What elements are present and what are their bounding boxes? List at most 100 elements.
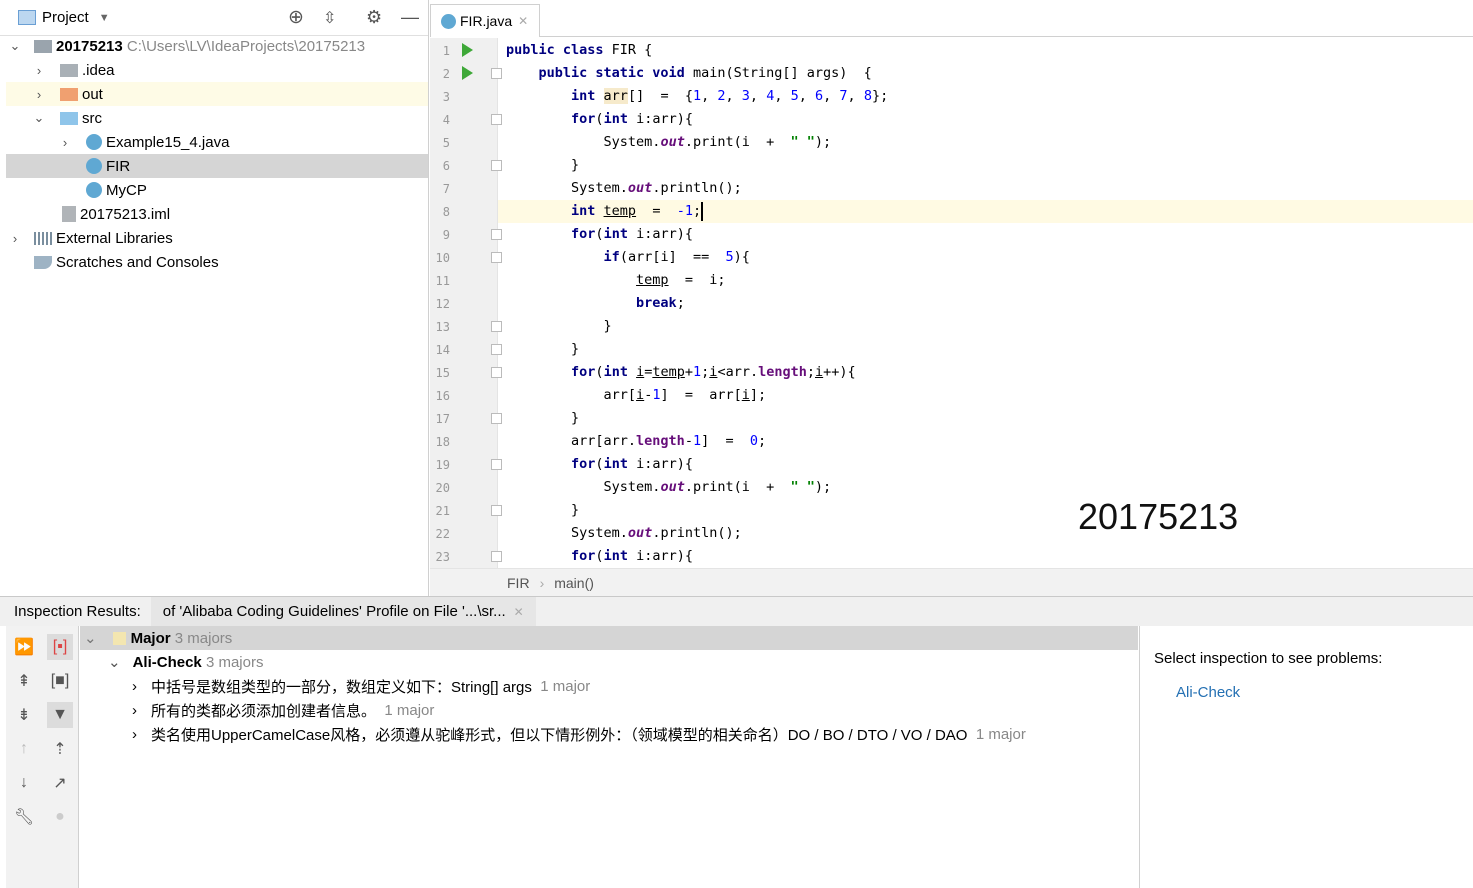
tree-item-mycp[interactable]: MyCP — [6, 178, 428, 202]
code-line[interactable]: arr[arr.length-1] = 0; — [506, 430, 766, 453]
tree-item-ali-check[interactable]: ⌄ Ali-Check 3 majors — [108, 650, 263, 674]
code-line[interactable]: System.out.println(); — [506, 177, 742, 200]
close-icon[interactable]: ✕ — [518, 14, 528, 28]
arrow-down-icon[interactable]: ↓ — [11, 770, 37, 796]
code-line[interactable]: System.out.println(); — [506, 522, 742, 545]
breadcrumb-class[interactable]: FIR — [507, 575, 530, 591]
code-token: out — [660, 479, 685, 495]
code-line[interactable]: for(int i:arr){ — [506, 223, 693, 246]
chevron-down-icon[interactable]: ⌄ — [84, 629, 97, 647]
export-icon[interactable]: ⇡ — [47, 736, 73, 762]
inspection-tab-label: of 'Alibaba Coding Guidelines' Profile o… — [162, 603, 506, 620]
code-line[interactable]: for(int i=temp+1;i<arr.length;i++){ — [506, 361, 856, 384]
code-token: arr — [603, 88, 628, 104]
code-line[interactable]: for(int i:arr){ — [506, 453, 693, 476]
code-line[interactable]: } — [506, 154, 579, 177]
collapse-all-icon[interactable]: ⇟ — [11, 702, 37, 728]
filter-icon[interactable]: ▼ — [47, 702, 73, 728]
rerun-icon[interactable]: ⏩ — [11, 634, 37, 660]
chevron-down-icon[interactable]: ⌄ — [32, 110, 46, 126]
code-token: public static void — [538, 65, 693, 81]
code-line[interactable]: System.out.print(i + " "); — [506, 131, 832, 154]
locate-icon[interactable]: ⊕ — [288, 6, 304, 29]
code-line[interactable]: System.out.print(i + " "); — [506, 476, 832, 499]
code-line[interactable]: if(arr[i] == 5){ — [506, 246, 750, 269]
tree-item-out[interactable]: › out — [6, 82, 428, 106]
tree-label: Scratches and Consoles — [56, 253, 219, 271]
code-token: ]; — [749, 387, 767, 403]
arrow-up-icon[interactable]: ↑ — [11, 736, 37, 762]
chevron-right-icon[interactable]: › — [132, 678, 137, 695]
lightbulb-icon[interactable]: ● — [47, 804, 73, 830]
code-line[interactable]: } — [506, 407, 579, 430]
chevron-down-icon[interactable]: ⌄ — [8, 38, 22, 54]
tree-item-external-libraries[interactable]: › External Libraries — [6, 226, 428, 250]
tree-item-major[interactable]: ⌄ Major 3 majors — [80, 626, 1138, 650]
run-icon[interactable] — [462, 43, 473, 57]
chevron-down-icon[interactable]: ▼ — [99, 12, 110, 24]
ali-check-link[interactable]: Ali-Check — [1176, 684, 1240, 701]
chevron-right-icon[interactable]: › — [8, 231, 22, 246]
code-token: .println(); — [652, 525, 742, 541]
line-number: 11 — [435, 274, 450, 288]
problem-item[interactable]: › 类名使用UpperCamelCase风格，必须遵从驼峰形式，但以下情形例外：（… — [132, 722, 1026, 746]
code-line[interactable]: for(int i:arr){ — [506, 545, 693, 568]
group-by-directory-icon[interactable]: [■] — [47, 668, 73, 694]
code-line[interactable]: break; — [506, 292, 685, 315]
code-line[interactable]: temp = i; — [506, 269, 725, 292]
tab-fir-java[interactable]: FIR.java ✕ — [430, 4, 540, 37]
code-token: for — [571, 226, 596, 242]
code-line[interactable]: arr[i-1] = arr[i]; — [506, 384, 767, 407]
code-token: public class — [506, 42, 612, 58]
code-line[interactable]: public class FIR { — [506, 39, 652, 62]
code-line[interactable]: public static void main(String[] args) { — [506, 62, 872, 85]
line-number: 15 — [435, 366, 450, 380]
group-by-severity-icon[interactable]: [▪] — [47, 634, 73, 660]
run-icon[interactable] — [462, 66, 473, 80]
expand-all-icon[interactable]: ⇞ — [11, 668, 37, 694]
code-token: i:arr){ — [636, 548, 693, 564]
chevron-right-icon[interactable]: › — [132, 726, 137, 743]
problem-item[interactable]: › 中括号是数组类型的一部分，数组定义如下：String[] args 1 maj… — [132, 674, 590, 698]
wrench-icon[interactable]: 🔧︎ — [11, 804, 37, 830]
open-in-editor-icon[interactable]: ↗ — [47, 770, 73, 796]
tree-item-example15-4[interactable]: › Example15_4.java — [6, 130, 428, 154]
code-token: int — [603, 548, 637, 564]
tree-item-idea[interactable]: › .idea — [6, 58, 428, 82]
code-line[interactable]: } — [506, 338, 579, 361]
close-icon[interactable]: ✕ — [514, 605, 524, 619]
gear-icon[interactable]: ⚙ — [366, 7, 382, 28]
code-editor[interactable]: public class FIR { public static void ma… — [498, 38, 1473, 568]
inspection-tab[interactable]: of 'Alibaba Coding Guidelines' Profile o… — [150, 596, 536, 627]
chevron-down-icon[interactable]: ⌄ — [108, 653, 121, 671]
tree-item-fir[interactable]: FIR — [6, 154, 428, 178]
tab-label: FIR.java — [460, 13, 513, 29]
chevron-right-icon[interactable]: › — [32, 87, 46, 102]
code-token: } — [506, 157, 580, 173]
code-line[interactable]: for(int i:arr){ — [506, 108, 693, 131]
collapse-all-icon[interactable]: ⇳ — [323, 8, 336, 28]
line-number: 13 — [435, 320, 450, 334]
code-line[interactable]: int arr[] = {1, 2, 3, 4, 5, 6, 7, 8}; — [506, 85, 888, 108]
problem-item[interactable]: › 所有的类都必须添加创建者信息。 1 major — [132, 698, 434, 722]
chevron-right-icon[interactable]: › — [32, 63, 46, 78]
tree-item-root[interactable]: ⌄ 20175213 C:\Users\LV\IdeaProjects\2017… — [6, 34, 428, 58]
chevron-right-icon[interactable]: › — [58, 135, 72, 150]
code-token: ( — [595, 548, 604, 564]
chevron-right-icon[interactable]: › — [132, 702, 137, 719]
code-line[interactable]: } — [506, 499, 579, 522]
hide-icon[interactable]: — — [401, 7, 419, 28]
code-line[interactable]: int temp = -1; — [506, 200, 704, 223]
project-view-dropdown[interactable]: Project — [42, 9, 89, 26]
tree-label: 20175213.iml — [80, 205, 171, 223]
code-token: arr[arr. — [506, 433, 637, 449]
tree-item-iml[interactable]: 20175213.iml — [6, 202, 428, 226]
code-token: ++){ — [823, 364, 856, 380]
breadcrumb-method[interactable]: main() — [554, 575, 594, 591]
code-token: int — [603, 456, 637, 472]
tree-item-scratches[interactable]: Scratches and Consoles — [6, 250, 428, 274]
code-line[interactable]: } — [506, 315, 612, 338]
code-token: int — [603, 364, 637, 380]
text-caret — [701, 201, 704, 221]
tree-item-src[interactable]: ⌄ src — [6, 106, 428, 130]
